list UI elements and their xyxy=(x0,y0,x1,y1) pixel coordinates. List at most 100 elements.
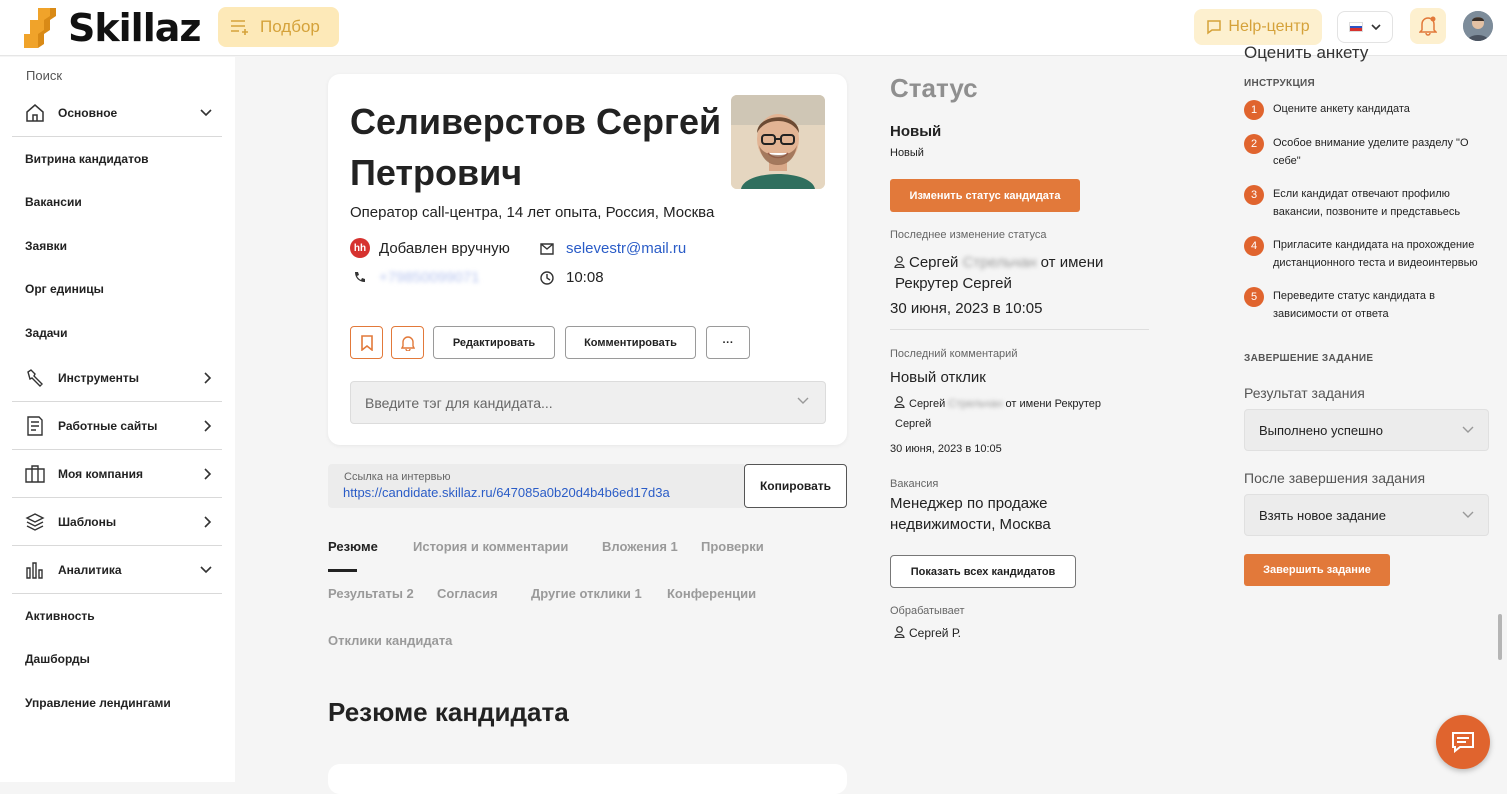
resume-title: Резюме кандидата xyxy=(328,697,569,727)
last-change-date: 30 июня, 2023 в 10:05 xyxy=(890,300,1043,317)
interview-link-field[interactable]: Ссылка на интервью https://candidate.ski… xyxy=(328,464,744,508)
sidebar-item-osnovnoe[interactable]: Основное xyxy=(12,101,222,125)
tab-resume[interactable]: Резюме xyxy=(328,539,378,554)
bar-chart-icon xyxy=(24,559,46,581)
sidebar-item-label: Основное xyxy=(58,106,118,120)
source-label: Добавлен вручную xyxy=(379,239,510,257)
phone-number[interactable]: +79850099071 xyxy=(379,269,480,286)
finish-task-button[interactable]: Завершить задание xyxy=(1244,554,1390,586)
divider xyxy=(12,497,222,498)
after-select[interactable]: Взять новое задание xyxy=(1244,494,1489,536)
chevron-down-icon xyxy=(200,109,212,117)
tab-consents[interactable]: Согласия xyxy=(437,586,498,601)
tab-attachments[interactable]: Вложения 1 xyxy=(602,539,678,554)
hh-badge-icon: hh xyxy=(350,238,370,258)
sidebar-search[interactable]: Поиск xyxy=(26,68,62,83)
sidebar-item-kompaniya[interactable]: Моя компания xyxy=(12,462,222,486)
show-all-candidates-button[interactable]: Показать всех кандидатов xyxy=(890,555,1076,588)
sidebar-item-label: Работные сайты xyxy=(58,419,158,433)
edit-button[interactable]: Редактировать xyxy=(433,326,555,359)
chevron-down-icon xyxy=(1462,426,1474,433)
scrollbar[interactable] xyxy=(1498,614,1502,660)
divider xyxy=(12,401,222,402)
tab-candidate-responses[interactable]: Отклики кандидата xyxy=(328,633,452,648)
comment-author: Сергей Стрельчан от имени Рекрутер xyxy=(894,396,1101,410)
chat-bubble-icon xyxy=(1207,20,1222,35)
sidebar-item-vakansii[interactable]: Вакансии xyxy=(25,195,82,209)
notify-button[interactable] xyxy=(391,326,424,359)
list-icon xyxy=(231,20,248,35)
sidebar-item-zadachi[interactable]: Задачи xyxy=(25,326,68,340)
tag-input[interactable]: Введите тэг для кандидата... xyxy=(350,381,826,424)
russian-flag-icon xyxy=(1349,22,1363,32)
candidate-time: 10:08 xyxy=(540,269,604,286)
sidebar-item-saity[interactable]: Работные сайты xyxy=(12,414,222,438)
logo-text: Skillaz xyxy=(68,6,201,50)
tab-history[interactable]: История и комментарии xyxy=(413,539,568,554)
email-link[interactable]: selevestr@mail.ru xyxy=(566,240,686,257)
chat-icon xyxy=(1452,732,1474,753)
sidebar-item-shablony[interactable]: Шаблоны xyxy=(12,510,222,534)
sidebar-item-instrumenty[interactable]: Инструменты xyxy=(12,366,222,390)
tab-results[interactable]: Результаты 2 xyxy=(328,586,414,601)
time-value: 10:08 xyxy=(566,269,604,286)
sidebar-item-analitika[interactable]: Аналитика xyxy=(12,558,222,582)
candidate-name: Селиверстов Сергей Петрович xyxy=(350,96,730,198)
sidebar-item-aktivnost[interactable]: Активность xyxy=(25,609,95,623)
tab-conferences[interactable]: Конференции xyxy=(667,586,756,601)
user-avatar[interactable] xyxy=(1463,11,1493,41)
sidebar-item-label: Шаблоны xyxy=(58,515,117,529)
bell-icon xyxy=(1419,16,1437,36)
bookmark-button[interactable] xyxy=(350,326,383,359)
step-2: 2 Особое внимание уделите разделу "О себе… xyxy=(1244,134,1489,170)
step-number: 1 xyxy=(1244,100,1264,120)
chat-button[interactable] xyxy=(1436,715,1490,769)
status-current: Новый xyxy=(890,123,942,140)
sidebar-item-zayavki[interactable]: Заявки xyxy=(25,239,67,253)
candidate-name-line2: Петрович xyxy=(350,152,523,193)
instruction-label: ИНСТРУКЦИЯ xyxy=(1244,78,1316,89)
candidate-card: Селиверстов Сергей Петрович Оператор cal… xyxy=(328,74,847,445)
last-change-recruiter: Рекрутер Сергей xyxy=(895,275,1012,292)
last-change-user: Сергей Стрельчан от имени xyxy=(894,254,1103,271)
interview-url[interactable]: https://candidate.skillaz.ru/647085a0b20… xyxy=(343,485,670,500)
vacancy-link-line2[interactable]: недвижимости, Москва xyxy=(890,516,1051,533)
vacancy-label: Вакансия xyxy=(890,478,939,490)
result-label: Результат задания xyxy=(1244,385,1365,401)
result-value: Выполнено успешно xyxy=(1259,422,1383,438)
sidebar-item-vitrina[interactable]: Витрина кандидатов xyxy=(25,152,149,166)
sidebar-item-dashbordy[interactable]: Дашборды xyxy=(25,652,90,666)
step-4: 4 Пригласите кандидата на прохождение дис… xyxy=(1244,236,1489,272)
chevron-down-icon xyxy=(797,397,809,404)
divider xyxy=(12,449,222,450)
candidate-email[interactable]: selevestr@mail.ru xyxy=(540,240,686,257)
language-select[interactable] xyxy=(1337,11,1393,43)
notifications-button[interactable] xyxy=(1410,8,1446,44)
candidate-phone[interactable]: +79850099071 xyxy=(350,269,480,286)
mail-icon xyxy=(540,242,554,255)
help-center-button[interactable]: Help-центр xyxy=(1194,9,1322,45)
tab-other-responses[interactable]: Другие отклики 1 xyxy=(531,586,642,601)
copy-button[interactable]: Копировать xyxy=(744,464,847,508)
chevron-right-icon xyxy=(204,516,212,528)
divider xyxy=(12,545,222,546)
sidebar-item-lendingi[interactable]: Управление лендингами xyxy=(25,696,171,710)
help-center-label: Help-центр xyxy=(1228,18,1310,35)
chevron-down-icon xyxy=(200,566,212,574)
candidate-photo[interactable] xyxy=(731,95,825,189)
change-status-button[interactable]: Изменить статус кандидата xyxy=(890,179,1080,212)
sidebar-item-org[interactable]: Орг единицы xyxy=(25,282,104,296)
result-select[interactable]: Выполнено успешно xyxy=(1244,409,1489,451)
tab-checks[interactable]: Проверки xyxy=(701,539,764,554)
last-comment-label: Последний комментарий xyxy=(890,348,1018,360)
chevron-right-icon xyxy=(204,420,212,432)
podbor-button[interactable]: Подбор xyxy=(218,7,339,47)
chevron-down-icon xyxy=(1371,24,1381,30)
vacancy-link-line1[interactable]: Менеджер по продаже xyxy=(890,495,1048,512)
logo[interactable]: Skillaz xyxy=(24,4,201,50)
last-change-label: Последнее изменение статуса xyxy=(890,229,1047,241)
comment-button[interactable]: Комментировать xyxy=(565,326,696,359)
sidebar-item-label: Моя компания xyxy=(58,467,143,481)
more-button[interactable]: ··· xyxy=(706,326,750,359)
home-icon xyxy=(24,102,46,124)
